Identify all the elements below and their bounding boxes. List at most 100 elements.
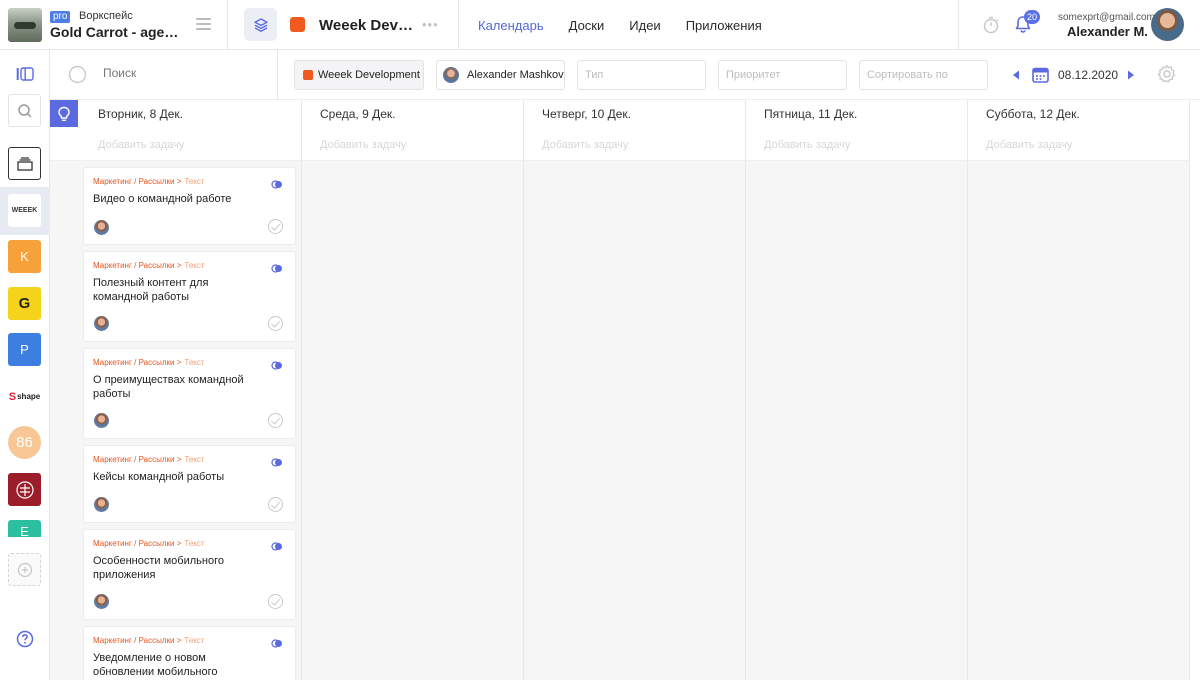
day-column-body[interactable] — [968, 161, 1189, 680]
prev-date-arrow-icon[interactable] — [1012, 70, 1020, 80]
day-column-body[interactable] — [746, 161, 967, 680]
add-task-input[interactable]: Добавить задачу — [524, 128, 745, 161]
day-header: Суббота, 12 Дек. — [986, 107, 1080, 121]
ideas-lightbulb-button[interactable] — [50, 100, 78, 127]
type-filter-select[interactable]: Тип — [577, 60, 706, 90]
task-card[interactable]: Маркетинг / Рассылки > Текст Кейсы команд… — [83, 445, 296, 523]
task-title: Уведомление о новом обновлении мобильног… — [93, 652, 218, 678]
search-input[interactable] — [103, 66, 263, 80]
project-name[interactable]: Weeek Dev… — [319, 17, 413, 34]
gear-icon[interactable] — [1157, 64, 1177, 84]
rail-add-workspace-button[interactable] — [8, 553, 41, 586]
day-header: Вторник, 8 Дек. — [98, 107, 183, 121]
rail-workspace-label: E — [20, 524, 29, 537]
tab-boards[interactable]: Доски — [569, 18, 605, 33]
task-title: Особенности мобильного приложения — [93, 555, 224, 581]
day-header: Среда, 9 Дек. — [320, 107, 396, 121]
rail-workspace-p[interactable]: P — [8, 333, 41, 366]
add-task-input[interactable]: Добавить задачу — [302, 128, 523, 161]
pro-badge: pro — [50, 11, 71, 23]
task-tag: Текст — [184, 636, 205, 645]
hamburger-menu-icon[interactable] — [196, 18, 211, 30]
rail-search-button[interactable] — [8, 94, 41, 127]
timer-icon[interactable] — [981, 15, 1001, 35]
task-assignee-avatar[interactable] — [94, 497, 109, 512]
rail-workspace-k[interactable]: K — [8, 240, 41, 273]
rail-workspace-e[interactable]: E — [8, 520, 41, 537]
task-complete-checkbox[interactable] — [268, 497, 283, 512]
rail-workspace-weeek[interactable]: WEEEK — [8, 194, 41, 227]
task-tag: Текст — [184, 177, 205, 186]
assignee-filter-chip[interactable]: Alexander Mashkov — [436, 60, 565, 90]
task-breadcrumb[interactable]: Маркетинг / Рассылки > Текст — [93, 539, 205, 548]
tab-ideas[interactable]: Идеи — [629, 18, 660, 33]
project-filter-chip[interactable]: Weeek Development — [294, 60, 424, 90]
task-tag: Текст — [184, 261, 205, 270]
task-title: Кейсы командной работы — [93, 471, 225, 483]
task-complete-checkbox[interactable] — [268, 594, 283, 609]
task-card[interactable]: Маркетинг / Рассылки > Текст Видео о кома… — [83, 167, 296, 245]
crest-logo-icon — [15, 480, 34, 499]
rail-workspace-label: K — [20, 249, 29, 264]
rail-workspace-86[interactable]: 86 — [8, 426, 41, 459]
task-complete-checkbox[interactable] — [268, 413, 283, 428]
task-breadcrumb[interactable]: Маркетинг / Рассылки > Текст — [93, 455, 205, 464]
workspace-label: Воркспейс — [79, 10, 133, 22]
task-title: Видео о командной работе — [93, 193, 232, 205]
task-assignee-avatar[interactable] — [94, 413, 109, 428]
rail-all-workspaces-button[interactable] — [8, 147, 41, 180]
add-task-input[interactable]: Добавить задачу — [968, 128, 1189, 161]
priority-filter-select[interactable]: Приоритет — [718, 60, 847, 90]
tab-calendar[interactable]: Календарь — [478, 18, 544, 33]
plus-circle-icon — [17, 562, 32, 577]
task-assignee-avatar[interactable] — [94, 220, 109, 235]
task-type-icon — [271, 639, 282, 648]
add-task-input[interactable]: Добавить задачу — [746, 128, 967, 161]
task-card[interactable]: Маркетинг / Рассылки > Текст Полезный кон… — [83, 251, 296, 342]
task-breadcrumb[interactable]: Маркетинг / Рассылки > Текст — [93, 261, 205, 270]
workspace-switcher[interactable]: pro Воркспейс Gold Carrot - age… — [0, 0, 228, 50]
rail-workspace-label: G — [18, 295, 31, 312]
day-column: Пятница, 11 Дек. Добавить задачу — [746, 100, 968, 680]
collapse-sidebar-icon[interactable] — [16, 67, 34, 81]
task-card[interactable]: Маркетинг / Рассылки > Текст Уведомление … — [83, 626, 296, 680]
calendar-grid: Вторник, 8 Дек. Добавить задачу Среда, 9… — [50, 100, 1200, 680]
projects-layers-icon[interactable] — [244, 8, 277, 41]
rail-workspace-label: WEEEK — [11, 207, 38, 214]
add-task-input[interactable]: Добавить задачу — [50, 128, 301, 161]
calendar-icon[interactable] — [1032, 66, 1049, 83]
task-breadcrumb[interactable]: Маркетинг / Рассылки > Текст — [93, 636, 205, 645]
task-title: Полезный контент для командной работы — [93, 277, 209, 303]
task-type-icon — [271, 264, 282, 273]
user-area: 20 somexprt@gmail.com Alexander M. — [958, 0, 1200, 50]
sort-select[interactable]: Сортировать по — [859, 60, 988, 90]
task-assignee-avatar[interactable] — [94, 594, 109, 609]
rail-workspace-shape[interactable]: Sshape — [8, 380, 41, 413]
task-card[interactable]: Маркетинг / Рассылки > Текст Особенности … — [83, 529, 296, 620]
task-type-icon — [271, 458, 282, 467]
task-complete-checkbox[interactable] — [268, 219, 283, 234]
search-area — [50, 50, 278, 100]
task-breadcrumb[interactable]: Маркетинг / Рассылки > Текст — [93, 358, 205, 367]
current-date[interactable]: 08.12.2020 — [1058, 68, 1118, 82]
day-column-body[interactable] — [302, 161, 523, 680]
user-name[interactable]: Alexander M. — [1067, 24, 1148, 39]
sort-placeholder: Сортировать по — [867, 69, 948, 81]
task-assignee-avatar[interactable] — [94, 316, 109, 331]
task-breadcrumb[interactable]: Маркетинг / Рассылки > Текст — [93, 177, 205, 186]
user-avatar[interactable] — [1151, 8, 1184, 41]
task-title: О преимуществах командной работы — [93, 374, 244, 400]
task-complete-checkbox[interactable] — [268, 316, 283, 331]
project-more-icon[interactable]: ••• — [422, 18, 439, 31]
task-card[interactable]: Маркетинг / Рассылки > Текст О преимущест… — [83, 348, 296, 439]
stack-icon — [16, 156, 33, 171]
rail-workspace-crest[interactable] — [8, 473, 41, 506]
day-header: Пятница, 11 Дек. — [764, 107, 858, 121]
task-path: Маркетинг / Рассылки > — [93, 261, 182, 270]
rail-workspace-g[interactable]: G — [8, 287, 41, 320]
tab-apps[interactable]: Приложения — [686, 18, 762, 33]
help-icon[interactable] — [16, 630, 34, 648]
day-column-body[interactable] — [524, 161, 745, 680]
next-date-arrow-icon[interactable] — [1127, 70, 1135, 80]
workspace-name: Gold Carrot - age… — [50, 24, 179, 40]
